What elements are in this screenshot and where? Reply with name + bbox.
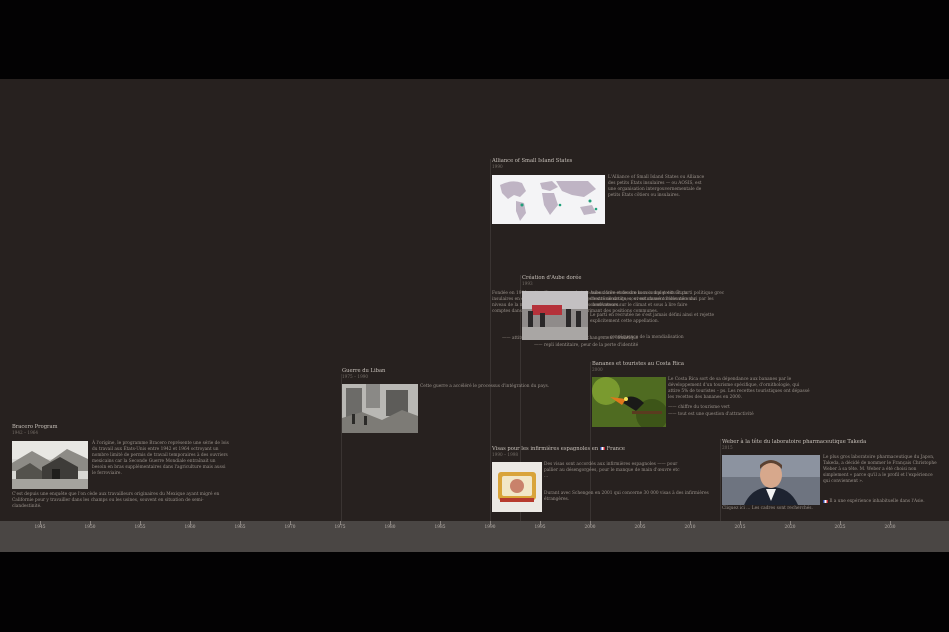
event-takeda[interactable]: Weber à la tête du laboratoire pharmaceu… — [722, 439, 942, 511]
event-text: L'Alliance of Small Island States ou All… — [608, 175, 705, 198]
event-bracero[interactable]: Bracero Program 1942 – 1964 À l'origine,… — [12, 424, 230, 509]
axis-year-label: 2010 — [684, 525, 696, 530]
event-photo[interactable] — [342, 384, 418, 433]
event-text-continued: C'est depuis une enquête que l'on cède a… — [12, 492, 220, 509]
event-text: Le Costa Rica sort de sa dépendance aux … — [668, 377, 810, 400]
axis-year-label: 2025 — [834, 525, 846, 530]
axis-year-label: 1970 — [284, 525, 296, 530]
portrait-photo[interactable] — [722, 455, 820, 505]
axis-year-label: 1975 — [334, 525, 346, 530]
world-map-image[interactable] — [492, 175, 605, 224]
event-date: 1993 — [522, 281, 533, 286]
event-note: —— conséquence de la mondialisation — [600, 335, 684, 340]
axis-year-label: 1980 — [384, 525, 396, 530]
event-text: Le plus gros laboratoire pharmaceutique … — [823, 455, 937, 484]
event-note: Il a une expérience inhabituelle dans l'… — [823, 499, 940, 505]
timeline-stage[interactable]: Bracero Program 1942 – 1964 À l'origine,… — [0, 79, 949, 521]
event-visas[interactable]: Visas pour les infirmières espagnoles en… — [492, 446, 712, 512]
axis-year-label: 2000 — [584, 525, 596, 530]
event-note: —— tout est une question d'attractivité — [668, 412, 754, 417]
event-text: Cette guerre a accéléré le processus d'i… — [420, 384, 550, 389]
axis-year-label: 1985 — [434, 525, 446, 530]
event-note: —— chiffre du tourisme vert — [668, 405, 730, 410]
event-date: 1990 — [492, 164, 503, 169]
event-photo[interactable] — [492, 462, 542, 512]
event-text: Des visas sont accordés aux infirmières … — [544, 462, 680, 479]
axis-year-label: 1955 — [134, 525, 146, 530]
event-date: 1990 – 1998 — [492, 452, 519, 457]
axis-year-label: 1990 — [484, 525, 496, 530]
axis-year-label: 2015 — [734, 525, 746, 530]
event-photo[interactable] — [522, 291, 588, 340]
event-liban[interactable]: Guerre du Liban 1975 – 1990 Cette guerre… — [342, 368, 552, 433]
timeline-axis[interactable]: 1945 1950 1955 1960 1965 1970 1975 1980 1985 1990… — [0, 521, 949, 552]
france-flag-icon — [599, 447, 605, 450]
event-note: —— repli identitaire, peur de la perte d… — [534, 343, 639, 348]
axis-year-label: 1945 — [34, 525, 46, 530]
event-guide-line — [490, 159, 491, 521]
axis-year-label: 1950 — [84, 525, 96, 530]
event-title-country: France — [606, 446, 625, 452]
event-text-continued: Le parti en recrutée ne s'est jamais déf… — [590, 313, 715, 324]
letterbox-bottom — [0, 552, 949, 632]
event-caption[interactable]: Cliquez ici ... Les cadres sont recherch… — [722, 506, 820, 512]
axis-year-label: 1995 — [534, 525, 546, 530]
event-date: 1975 – 1990 — [342, 374, 369, 379]
toucan-photo[interactable] — [592, 377, 666, 427]
event-aosis[interactable]: Alliance of Small Island States 1990 L'A… — [492, 158, 712, 341]
axis-year-label: 1965 — [234, 525, 246, 530]
event-text: À l'origine, le programme Bracero représ… — [92, 441, 229, 476]
event-text-continued: Durant avec Schengen en 2001 qui concern… — [544, 491, 709, 502]
event-date: 2000 — [592, 367, 603, 372]
event-text: Aube dorée et de son nom complet est un … — [590, 291, 725, 308]
event-note-text: Il a une expérience inhabituelle dans l'… — [829, 499, 925, 504]
axis-year-label: 1960 — [184, 525, 196, 530]
event-date: 1942 – 1964 — [12, 430, 39, 435]
axis-year-label: 2005 — [634, 525, 646, 530]
event-guide-line — [720, 439, 721, 521]
axis-year-label: 2020 — [784, 525, 796, 530]
event-date: 2015 — [722, 445, 733, 450]
event-costa-rica[interactable]: Bananes et touristes au Costa Rica 2000 … — [592, 361, 812, 427]
letterbox-top — [0, 0, 949, 79]
event-aube-doree[interactable]: Création d'Aube dorée 1993 Aube dorée et… — [522, 275, 742, 348]
france-flag-icon — [823, 499, 828, 503]
event-photo[interactable] — [12, 441, 88, 489]
axis-year-label: 2030 — [884, 525, 896, 530]
